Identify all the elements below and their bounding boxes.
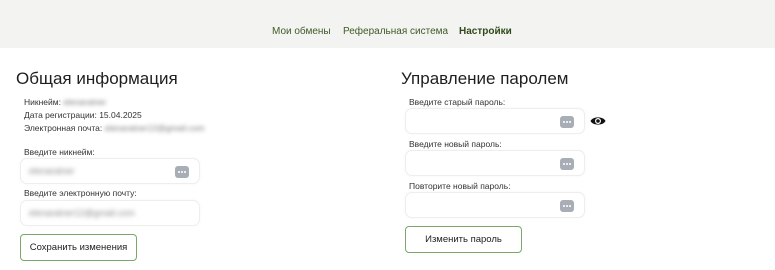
nickname-input[interactable]: elenaratner: [20, 158, 200, 184]
registration-date-value: 15.04.2025: [99, 110, 142, 120]
nickname-info: Никнейм: elenaratner: [24, 97, 106, 107]
registration-date-label: Дата регистрации:: [24, 110, 97, 120]
registration-date-info: Дата регистрации: 15.04.2025: [24, 110, 142, 120]
nickname-input-value: elenaratner: [29, 166, 75, 176]
nav-my-exchanges[interactable]: Мои обмены: [272, 26, 331, 37]
repeat-password-input[interactable]: [405, 192, 585, 218]
email-info-value: elenaratner12@gmail.com: [104, 123, 205, 133]
save-changes-button[interactable]: Сохранить изменения: [20, 234, 137, 261]
general-info-title: Общая информация: [16, 69, 178, 88]
email-info-label: Электронная почта:: [24, 123, 103, 133]
old-password-label: Введите старый пароль:: [409, 97, 506, 107]
nickname-input-label: Введите никнейм:: [24, 147, 95, 157]
change-password-button[interactable]: Изменить пароль: [405, 226, 522, 253]
top-navigation: Мои обмены Реферальная система Настройки: [0, 0, 775, 48]
password-manager-key-icon[interactable]: [560, 116, 574, 128]
password-manager-key-icon[interactable]: [175, 166, 189, 178]
nav-settings[interactable]: Настройки: [459, 26, 512, 37]
nickname-info-value: elenaratner: [63, 97, 107, 107]
email-info: Электронная почта: elenaratner12@gmail.c…: [24, 123, 204, 133]
password-manager-key-icon[interactable]: [560, 200, 574, 212]
repeat-password-label: Повторите новый пароль:: [409, 181, 511, 191]
nav-referral-system[interactable]: Реферальная система: [343, 26, 448, 37]
password-manager-key-icon[interactable]: [560, 158, 574, 170]
password-section-title: Управление паролем: [401, 69, 569, 88]
new-password-input[interactable]: [405, 150, 585, 176]
email-input[interactable]: elenaratner12@gmail.com: [20, 200, 200, 226]
email-input-label: Введите электронную почту:: [24, 188, 137, 198]
email-input-value: elenaratner12@gmail.com: [29, 208, 135, 218]
eye-icon[interactable]: [590, 115, 606, 127]
new-password-label: Введите новый пароль:: [409, 139, 502, 149]
old-password-input[interactable]: [405, 108, 585, 134]
nickname-info-label: Никнейм:: [24, 97, 61, 107]
